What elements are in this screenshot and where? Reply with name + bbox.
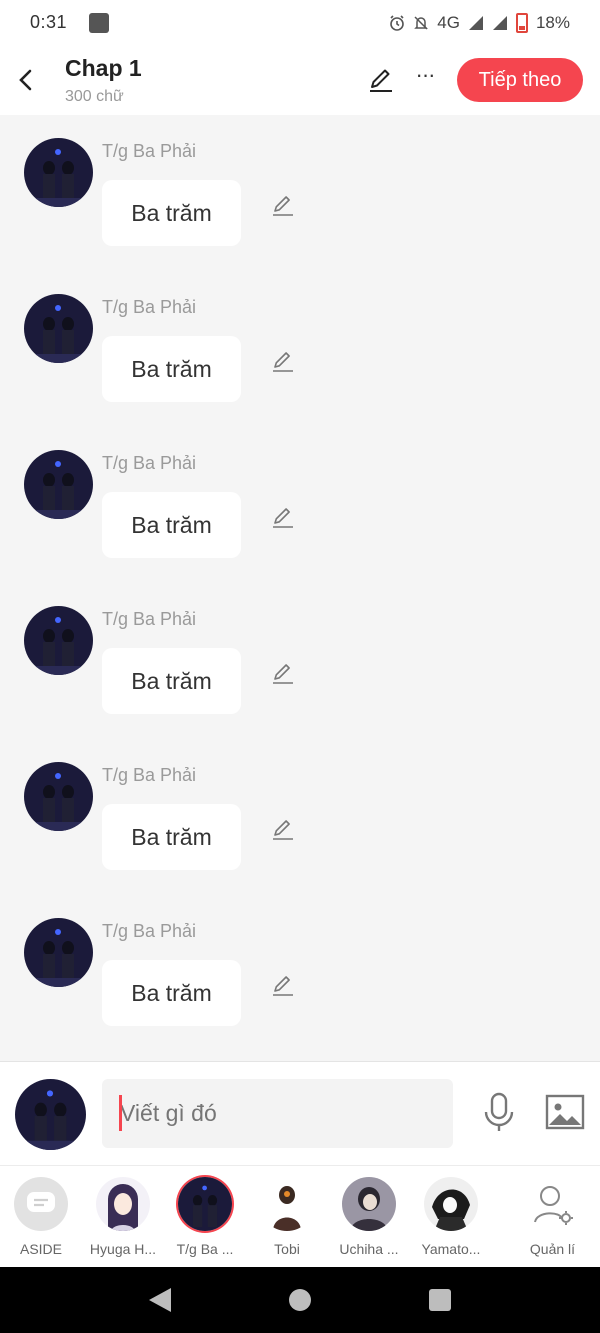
insert-image-button[interactable] bbox=[545, 1094, 585, 1132]
author-name: T/g Ba Phải bbox=[102, 765, 197, 785]
author-avatar[interactable] bbox=[24, 762, 93, 831]
nav-recents-icon[interactable] bbox=[429, 1289, 451, 1311]
microphone-icon bbox=[484, 1092, 514, 1131]
character-name: Hyuga H... bbox=[89, 1241, 157, 1257]
next-button[interactable]: Tiếp theo bbox=[457, 58, 583, 102]
message-item: T/g Ba Phải Ba trăm bbox=[0, 125, 600, 265]
author-name: T/g Ba Phải bbox=[102, 453, 197, 473]
author-avatar[interactable] bbox=[24, 918, 93, 987]
status-indicators: 4G 18% bbox=[389, 12, 570, 33]
author-avatar[interactable] bbox=[24, 294, 93, 363]
more-icon: ··· bbox=[415, 62, 436, 87]
nav-back-icon[interactable] bbox=[149, 1288, 171, 1312]
author-avatar[interactable] bbox=[24, 606, 93, 675]
more-options-button[interactable]: ··· bbox=[410, 62, 440, 95]
character-uchiha[interactable]: Uchiha ... bbox=[328, 1166, 410, 1268]
character-avatar bbox=[178, 1177, 232, 1231]
edit-message-button[interactable] bbox=[270, 661, 296, 687]
chapter-title: Chap 1 bbox=[65, 54, 142, 81]
message-item: T/g Ba Phải Ba trăm bbox=[0, 593, 600, 733]
nav-home-icon[interactable] bbox=[289, 1289, 311, 1311]
message-list[interactable]: T/g Ba Phải Ba trăm T/g Ba Phải Ba trăm … bbox=[0, 115, 600, 1060]
manage-label: Quản lí bbox=[529, 1241, 576, 1257]
character-name: T/g Ba ... bbox=[176, 1241, 234, 1257]
composer bbox=[0, 1061, 600, 1165]
mute-bell-icon bbox=[414, 15, 429, 30]
back-button[interactable] bbox=[0, 45, 50, 115]
pencil-icon bbox=[273, 820, 293, 840]
edit-message-button[interactable] bbox=[270, 817, 296, 843]
character-yamato[interactable]: Yamato... bbox=[410, 1166, 492, 1268]
author-avatar[interactable] bbox=[24, 450, 93, 519]
character-avatar bbox=[424, 1177, 478, 1231]
character-aside[interactable]: ASIDE bbox=[0, 1166, 82, 1268]
manage-characters-button[interactable]: Quản lí bbox=[505, 1166, 600, 1268]
character-tg-ba-phai[interactable]: T/g Ba ... bbox=[164, 1166, 246, 1268]
edit-message-button[interactable] bbox=[270, 973, 296, 999]
message-bubble[interactable]: Ba trăm bbox=[102, 180, 241, 246]
status-time: 0:31 bbox=[30, 12, 68, 32]
pencil-icon bbox=[273, 664, 293, 684]
message-bubble[interactable]: Ba trăm bbox=[102, 804, 241, 870]
message-item: T/g Ba Phải Ba trăm bbox=[0, 905, 600, 1045]
pencil-icon bbox=[273, 976, 293, 996]
status-bar: 0:31 4G 18% bbox=[0, 0, 600, 45]
message-bubble[interactable]: Ba trăm bbox=[102, 336, 241, 402]
user-settings-icon bbox=[525, 1177, 580, 1231]
character-tobi[interactable]: Tobi bbox=[246, 1166, 328, 1268]
battery-icon bbox=[515, 12, 528, 33]
microphone-button[interactable] bbox=[480, 1092, 518, 1134]
message-item: T/g Ba Phải Ba trăm bbox=[0, 281, 600, 421]
message-bubble-icon bbox=[14, 1177, 68, 1231]
message-bubble[interactable]: Ba trăm bbox=[102, 648, 241, 714]
character-bar: ASIDE Hyuga H... T/g Ba ... Tobi Uchiha … bbox=[0, 1165, 600, 1267]
character-avatar bbox=[342, 1177, 396, 1231]
alarm-icon bbox=[390, 14, 405, 31]
message-bubble[interactable]: Ba trăm bbox=[102, 492, 241, 558]
message-item: T/g Ba Phải Ba trăm bbox=[0, 437, 600, 577]
character-avatar bbox=[260, 1177, 314, 1231]
header-actions: ··· Tiếp theo bbox=[366, 58, 600, 102]
word-count: 300 chữ bbox=[65, 87, 124, 105]
app-notification-icon bbox=[89, 12, 110, 33]
character-name: Yamato... bbox=[421, 1241, 481, 1257]
message-input[interactable] bbox=[102, 1079, 453, 1148]
chevron-left-icon bbox=[19, 69, 32, 91]
author-name: T/g Ba Phải bbox=[102, 921, 197, 941]
edit-chapter-button[interactable] bbox=[366, 65, 396, 95]
system-nav-bar bbox=[0, 1267, 600, 1333]
author-name: T/g Ba Phải bbox=[102, 141, 197, 161]
character-name: Uchiha ... bbox=[339, 1241, 399, 1257]
character-avatar bbox=[96, 1177, 150, 1231]
author-name: T/g Ba Phải bbox=[102, 609, 197, 629]
image-icon bbox=[545, 1094, 585, 1130]
chapter-info: Chap 1 300 chữ bbox=[65, 55, 142, 106]
pencil-icon bbox=[370, 69, 392, 92]
editor-header: Chap 1 300 chữ ··· Tiếp theo bbox=[0, 45, 600, 115]
author-avatar[interactable] bbox=[24, 138, 93, 207]
text-caret bbox=[119, 1095, 122, 1131]
character-name: ASIDE bbox=[19, 1241, 62, 1257]
network-type: 4G bbox=[437, 12, 460, 32]
character-hyuga[interactable]: Hyuga H... bbox=[82, 1166, 164, 1268]
battery-level: 18% bbox=[535, 12, 570, 32]
edit-message-button[interactable] bbox=[270, 505, 296, 531]
edit-message-button[interactable] bbox=[270, 193, 296, 219]
pencil-icon bbox=[273, 352, 293, 372]
signal-2-icon bbox=[492, 15, 507, 30]
pencil-icon bbox=[273, 508, 293, 528]
signal-icon bbox=[468, 15, 483, 30]
pencil-icon bbox=[273, 196, 293, 216]
character-name: Tobi bbox=[274, 1241, 300, 1257]
edit-message-button[interactable] bbox=[270, 349, 296, 375]
message-item: T/g Ba Phải Ba trăm bbox=[0, 749, 600, 889]
author-name: T/g Ba Phải bbox=[102, 297, 197, 317]
message-bubble[interactable]: Ba trăm bbox=[102, 960, 241, 1026]
current-character-avatar[interactable] bbox=[15, 1079, 86, 1150]
